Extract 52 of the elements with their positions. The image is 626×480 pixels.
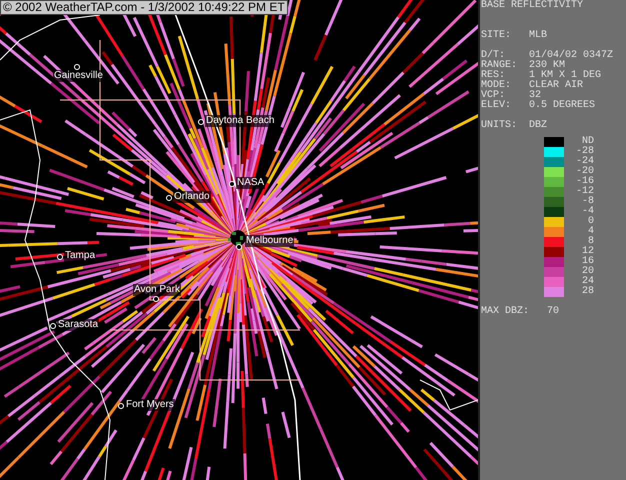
field-label: RES: [481,71,506,81]
field-label: MODE: [481,81,512,91]
credit-bar: © 2002 WeatherTAP.com - 1/3/2002 10:49:22 PM ET [0,0,288,15]
city-marker-icon [118,403,124,409]
city-marker-icon [166,195,172,201]
legend-label: -16 [574,177,594,187]
field-value: 01/04/02 0347Z [529,51,614,61]
city-marker-icon [198,119,204,125]
legend-label: 4 [586,227,594,237]
field-label: SITE: [481,31,512,41]
city-label: Gainesville [53,70,104,82]
legend-label: 0 [586,217,594,227]
legend-label: -28 [574,147,594,157]
legend-label: 16 [580,257,594,267]
legend-label: 20 [580,267,594,277]
legend-label: 8 [588,237,594,247]
city-marker-icon [236,244,242,250]
city-label: Tampa [64,250,96,262]
field-label: VCP: [481,91,506,101]
city-label: NASA [236,177,266,189]
field-value: 0.5 DEGREES [529,101,596,111]
city-label: Daytona Beach [205,115,276,127]
field-value: 70 [547,307,560,317]
field-label: RANGE: [481,61,518,71]
panel-title: BASE REFLECTIVITY [481,1,584,11]
field-value: 1 KM X 1 DEG [529,71,602,81]
legend-label: 12 [580,247,594,257]
field-label: MAX DBZ: [481,307,530,317]
legend-label: 24 [580,277,594,287]
city-label: Sarasota [57,319,100,331]
field-value: DBZ [529,121,548,131]
city-marker-icon [50,323,56,329]
city-marker-icon [74,64,80,70]
field-value: CLEAR AIR [529,81,584,91]
field-label: ELEV: [481,101,512,111]
city-label: Avon Park [133,284,181,296]
legend-label: -4 [580,207,594,217]
field-label: D/T: [481,51,506,61]
city-label: Orlando [173,191,211,203]
legend-label: -24 [574,157,594,167]
city-marker-icon [153,296,159,302]
legend-label: -8 [580,197,594,207]
field-value: MLB [529,31,548,41]
field-label: UNITS: [481,121,518,131]
field-value: 32 [529,91,542,101]
legend-label: -20 [574,167,594,177]
city-label: Fort Myers [125,399,175,411]
legend-label: 28 [580,287,594,297]
city-label: Melbourne [245,235,294,247]
field-value: 230 KM [529,61,566,71]
legend-label: ND [582,137,594,147]
legend-label: -12 [574,187,594,197]
